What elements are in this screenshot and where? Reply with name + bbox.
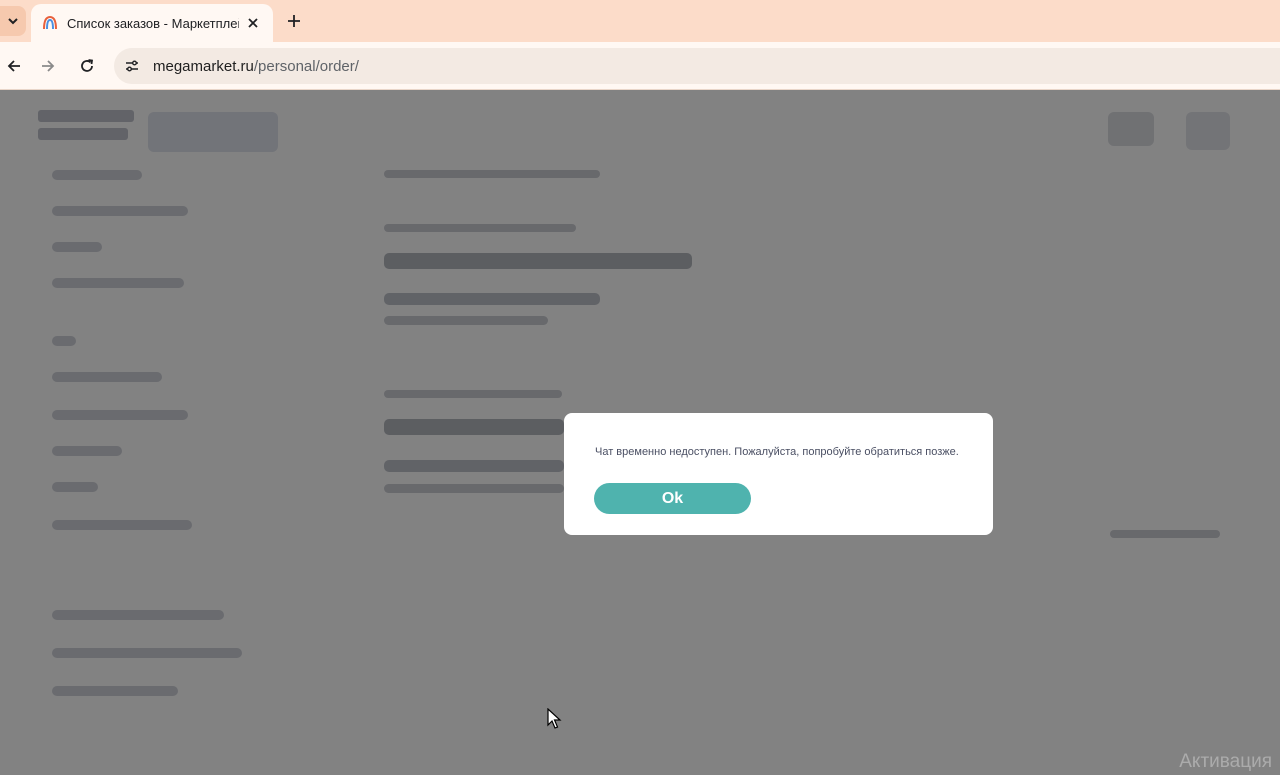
address-bar[interactable]: megamarket.ru/personal/order/: [114, 48, 1280, 84]
reload-button[interactable]: [73, 52, 101, 80]
forward-button[interactable]: [34, 52, 62, 80]
site-info-button[interactable]: [117, 51, 147, 81]
new-tab-button[interactable]: [281, 8, 307, 34]
reload-icon: [81, 59, 94, 72]
url-host: megamarket.ru: [153, 57, 254, 75]
browser-tab-active[interactable]: Список заказов - Маркетплей: [31, 4, 273, 42]
url-text: megamarket.ru/personal/order/: [153, 58, 359, 75]
url-path: /personal/order/: [253, 57, 359, 75]
plus-icon: [288, 15, 300, 27]
chat-unavailable-dialog: Чат временно недоступен. Пожалуйста, поп…: [564, 413, 993, 535]
browser-toolbar: megamarket.ru/personal/order/: [0, 42, 1280, 90]
site-settings-icon: [126, 60, 138, 72]
browser-tab-bar: Список заказов - Маркетплей: [0, 0, 1280, 42]
tab-title: Список заказов - Маркетплей: [67, 15, 239, 31]
cursor-icon: [547, 708, 562, 729]
favicon-icon: [43, 15, 57, 30]
back-arrow-icon: [7, 60, 20, 72]
tab-close-button[interactable]: [243, 13, 263, 33]
windows-activation-watermark: Активация: [1179, 751, 1272, 772]
chevron-down-icon: [8, 18, 18, 25]
ok-button[interactable]: Ok: [594, 483, 751, 514]
close-icon: [248, 18, 258, 28]
dialog-message: Чат временно недоступен. Пожалуйста, поп…: [595, 446, 959, 458]
forward-arrow-icon: [42, 60, 55, 72]
back-button[interactable]: [0, 52, 28, 80]
tab-list-button[interactable]: [0, 6, 26, 36]
